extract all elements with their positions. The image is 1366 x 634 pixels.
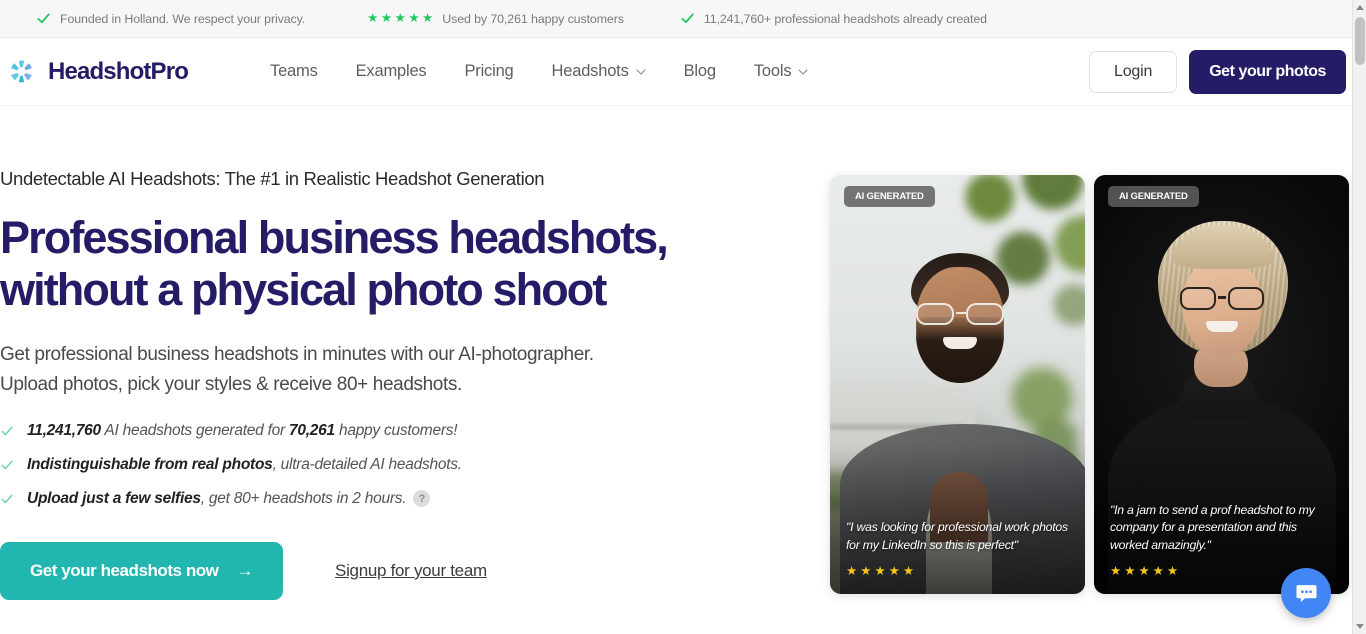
announcement-bar: Founded in Holland. We respect your priv… (0, 0, 1352, 38)
nav-item-tools[interactable]: Tools (754, 56, 809, 87)
nav-item-blog[interactable]: Blog (684, 56, 716, 87)
bullet-mid: , get 80+ headshots in 2 hours. (200, 490, 407, 507)
bullet-strong: Indistinguishable from real photos (27, 456, 273, 473)
nav-item-headshots[interactable]: Headshots (552, 56, 646, 87)
login-button[interactable]: Login (1089, 50, 1178, 93)
page-root: Founded in Holland. We respect your priv… (0, 0, 1366, 634)
chevron-down-icon (798, 68, 808, 75)
page-title: Professional business headshots, without… (0, 212, 800, 316)
bullet-mid: AI headshots generated for (100, 422, 289, 439)
scroll-arrow-up-icon[interactable] (1353, 0, 1366, 15)
nav-label: Pricing (464, 62, 514, 80)
announcement-text: Used by 70,261 happy customers (442, 11, 624, 26)
bullet-strong-2: 70,261 (288, 422, 335, 439)
chat-widget-button[interactable] (1281, 568, 1331, 618)
get-headshots-button[interactable]: Get your headshots now → (0, 542, 284, 600)
testimonial-quote: "In a jam to send a prof headshot to my … (1110, 502, 1315, 552)
status-badge: AI GENERATED (1108, 186, 1199, 207)
bullet-strong: 11,241,760 (27, 422, 101, 439)
hero-eyebrow: Undetectable AI Headshots: The #1 in Rea… (0, 168, 545, 189)
hero-subtitle: Get professional business headshots in m… (0, 340, 800, 400)
arrow-right-icon: → (236, 561, 254, 580)
header-actions: Login Get your photos (1089, 49, 1346, 94)
help-icon[interactable]: ? (413, 490, 431, 508)
announcement-item-privacy: Founded in Holland. We respect your priv… (36, 11, 305, 26)
list-item-label: Upload just a few selfies, get 80+ heads… (27, 490, 431, 508)
list-item: 11,241,760 AI headshots generated for 70… (0, 422, 800, 440)
list-item: Indistinguishable from real photos, ultr… (0, 456, 800, 474)
announcement-item-customers: ★ ★ ★ ★ ★ Used by 70,261 happy customers (367, 12, 624, 26)
nav-item-teams[interactable]: Teams (270, 56, 318, 87)
chat-bubble-icon (1296, 584, 1316, 602)
nav-label: Examples (355, 62, 427, 80)
testimonial-quote: "I was looking for professional work pho… (846, 520, 1068, 552)
signup-team-link[interactable]: Signup for your team (335, 561, 487, 581)
bullet-strong: Upload just a few selfies (27, 490, 201, 507)
list-item-label: Indistinguishable from real photos, ultr… (27, 456, 462, 474)
rating-stars: ★ ★ ★ ★ ★ (1110, 563, 1179, 578)
hero-copy: Undetectable AI Headshots: The #1 in Rea… (0, 168, 800, 600)
nav-label: Blog (683, 62, 716, 80)
announcement-item-headshots: 11,241,760+ professional headshots alrea… (680, 11, 987, 26)
nav-label: Teams (270, 62, 318, 80)
hero-feature-list: 11,241,760 AI headshots generated for 70… (0, 422, 800, 508)
bullet-mid: , ultra-detailed AI headshots. (272, 456, 463, 473)
get-your-photos-button[interactable]: Get your photos (1189, 49, 1346, 94)
check-icon (681, 13, 694, 24)
nav-label: Headshots (551, 62, 629, 80)
site-header: HeadshotPro Teams Examples Pricing Heads… (0, 38, 1352, 106)
nav-item-pricing[interactable]: Pricing (464, 56, 513, 87)
rating-stars: ★ ★ ★ ★ ★ (846, 563, 915, 578)
stars-icon: ★ ★ ★ ★ ★ (367, 11, 434, 26)
subtitle-line-1: Get professional business headshots in m… (0, 344, 594, 365)
nav-item-examples[interactable]: Examples (356, 56, 427, 87)
announcement-text: 11,241,760+ professional headshots alrea… (703, 11, 987, 26)
subtitle-line-2: Upload photos, pick your styles & receiv… (0, 374, 462, 395)
bullet-tail: happy customers! (334, 422, 458, 439)
headshotpro-logo-icon (11, 60, 32, 83)
brand-logo[interactable]: HeadshotPro (0, 56, 189, 87)
check-icon (1, 460, 13, 470)
check-icon (1, 494, 13, 504)
list-item-label: 11,241,760 AI headshots generated for 70… (27, 422, 458, 440)
status-badge: AI GENERATED (844, 186, 935, 207)
scrollbar-thumb[interactable] (1355, 17, 1365, 65)
nav-label: Tools (753, 62, 792, 80)
heading-line-1: Professional business headshots, (0, 212, 669, 263)
main-navigation: Teams Examples Pricing Headshots Blog To… (270, 56, 808, 87)
list-item: Upload just a few selfies, get 80+ heads… (0, 490, 800, 508)
cta-label: Get your headshots now (30, 561, 219, 580)
hero-cta-row: Get your headshots now → Signup for your… (0, 542, 800, 600)
chevron-down-icon (636, 68, 646, 75)
heading-line-2: without a physical photo shoot (0, 264, 607, 315)
hero-photo-cards: AI GENERATED "I was looking for professi… (830, 175, 1349, 594)
scroll-arrow-down-icon[interactable] (1353, 619, 1366, 634)
announcement-text: Founded in Holland. We respect your priv… (60, 11, 306, 26)
photo-card-1[interactable]: AI GENERATED "I was looking for professi… (830, 175, 1085, 594)
brand-name: HeadshotPro (48, 57, 189, 85)
check-icon (1, 426, 13, 436)
photo-card-2[interactable]: AI GENERATED "In a jam to send a prof he… (1094, 175, 1349, 594)
page-scrollbar[interactable] (1352, 0, 1366, 634)
check-icon (37, 13, 50, 24)
